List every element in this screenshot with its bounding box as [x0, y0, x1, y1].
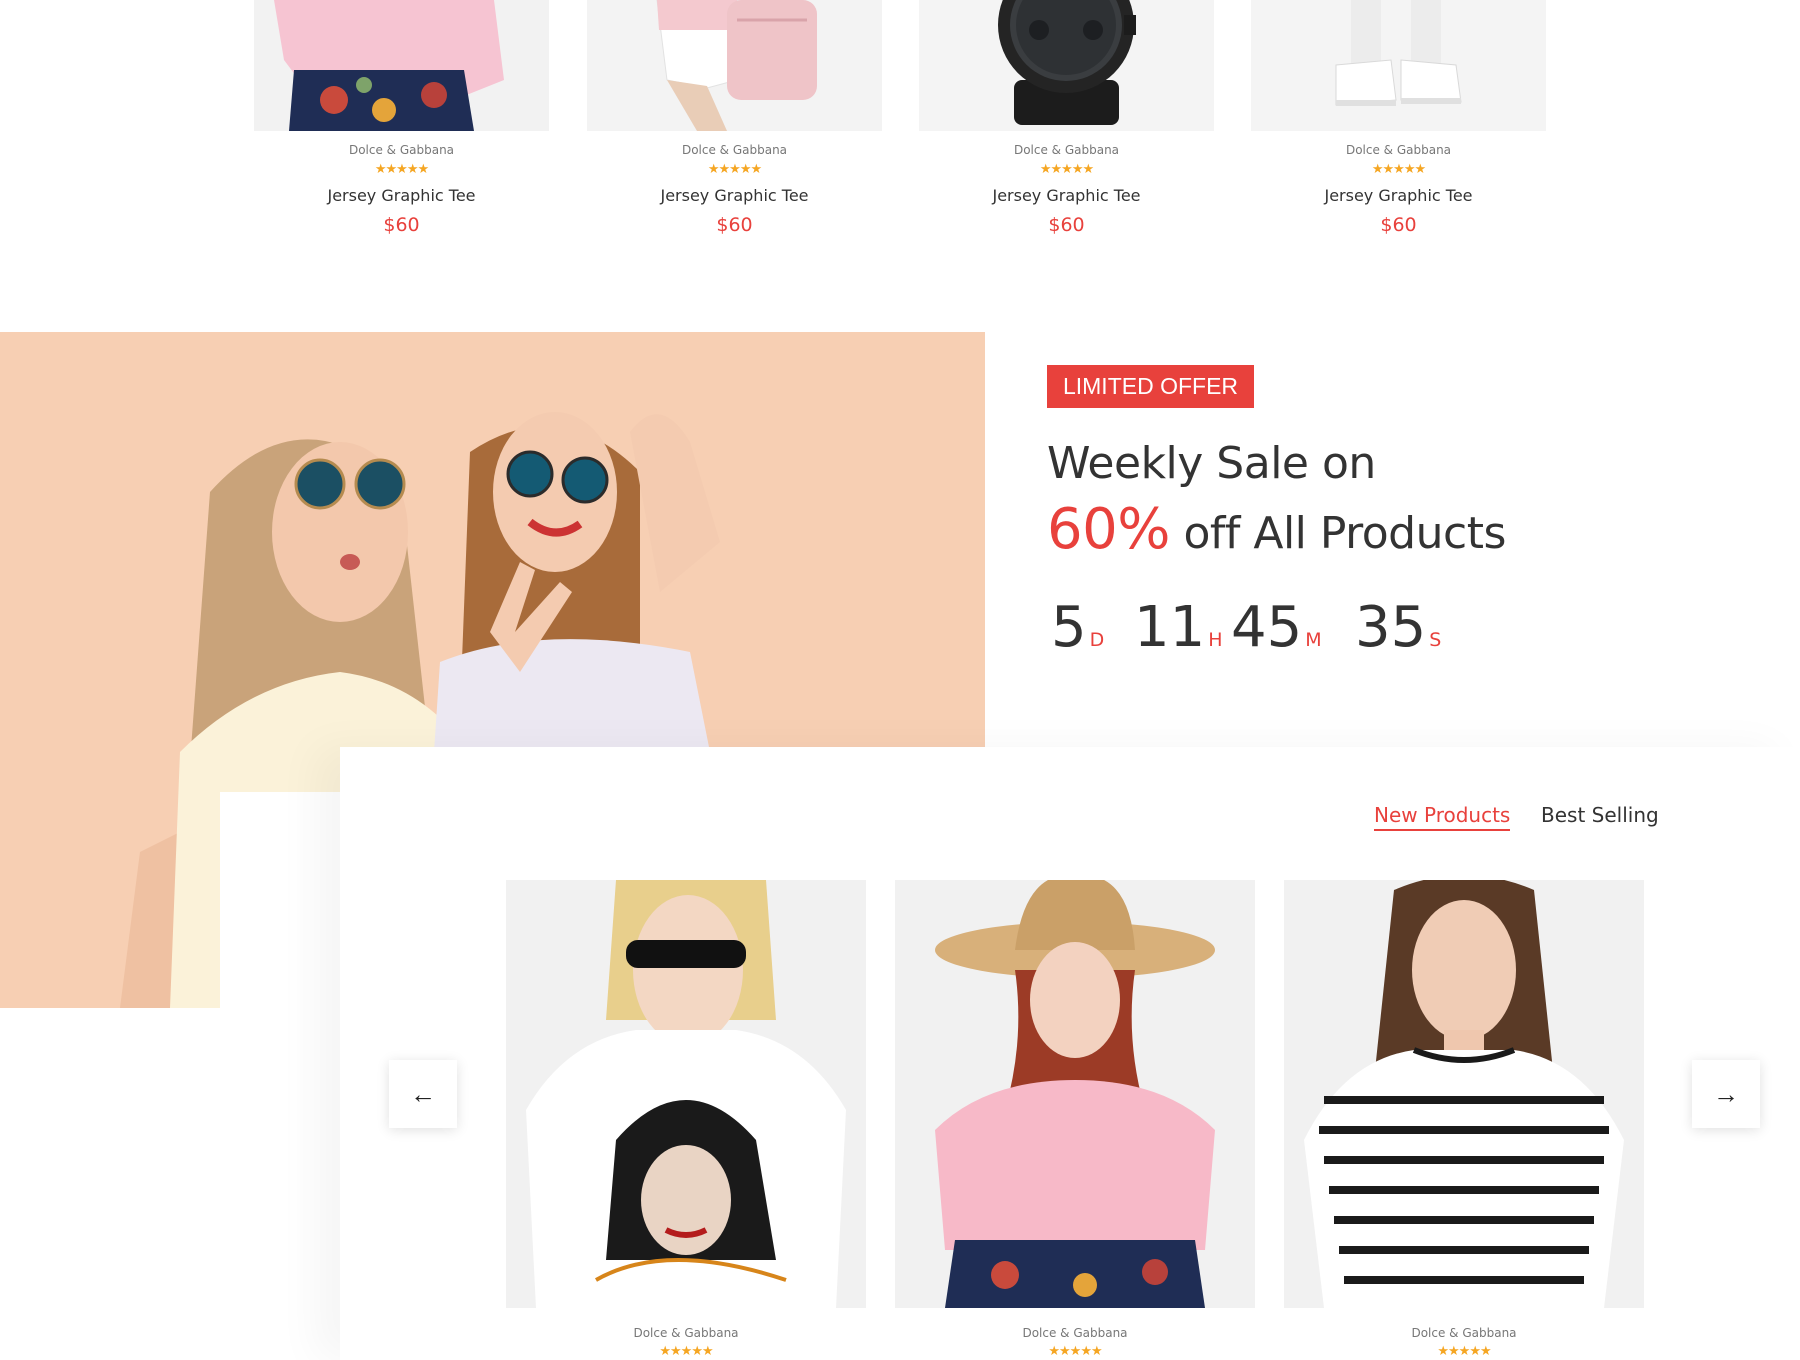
product-name[interactable]: Jersey Graphic Tee: [254, 186, 549, 205]
product-image[interactable]: [506, 880, 866, 1308]
product-image[interactable]: [895, 880, 1255, 1308]
product-brand: Dolce & Gabbana: [1022, 1326, 1128, 1340]
product-brand: Dolce & Gabbana: [1013, 143, 1120, 157]
product-brand: Dolce & Gabbana: [681, 143, 788, 157]
promo-section: LIMITED OFFER Weekly Sale on 60% off All…: [985, 332, 1800, 747]
tab-new-products[interactable]: New Products: [1374, 803, 1511, 831]
tab-best-selling[interactable]: Best Selling: [1541, 803, 1659, 827]
product-price: $60: [1048, 214, 1085, 236]
striped-tee-model-image: [1284, 880, 1644, 1308]
white-sneakers-image: [1251, 0, 1546, 131]
carousel-next-button[interactable]: →: [1692, 1060, 1760, 1128]
carousel-prev-button[interactable]: ←: [389, 1060, 457, 1128]
graphic-tee-model-image: [506, 880, 866, 1308]
promo-headline: Weekly Sale on: [1047, 438, 1376, 489]
rating-stars-icon: ★★★★★: [659, 1343, 713, 1358]
product-card[interactable]: Dolce & Gabbana ★★★★★: [506, 880, 866, 1357]
product-brand: Dolce & Gabbana: [633, 1326, 739, 1340]
countdown-minutes: 45 M: [1231, 595, 1322, 660]
discount-percent: 60%: [1047, 497, 1170, 562]
arrow-left-icon: ←: [410, 1078, 436, 1109]
top-product-row: Dolce & Gabbana ★★★★★ Jersey Graphic Tee…: [0, 0, 1800, 260]
product-image[interactable]: [919, 0, 1214, 131]
product-brand: Dolce & Gabbana: [1411, 1326, 1517, 1340]
product-tabs-panel: New Products Best Selling ← → Dolce & Ga…: [340, 747, 1800, 1360]
product-image[interactable]: [1251, 0, 1546, 131]
product-card[interactable]: Dolce & Gabbana ★★★★★ Jersey Graphic Tee…: [254, 0, 549, 250]
product-image[interactable]: [1284, 880, 1644, 1308]
product-image[interactable]: [587, 0, 882, 131]
product-image[interactable]: [254, 0, 549, 131]
product-price: $60: [383, 214, 420, 236]
countdown-hours: 11 H: [1134, 595, 1223, 660]
product-name[interactable]: Jersey Graphic Tee: [919, 186, 1214, 205]
discount-text: off All Products: [1169, 508, 1506, 559]
countdown-days: 5D: [1051, 595, 1105, 660]
promo-headline-discount: 60% off All Products: [1047, 502, 1506, 558]
product-price: $60: [716, 214, 753, 236]
product-card[interactable]: Dolce & Gabbana ★★★★★ Jersey Graphic Tee…: [587, 0, 882, 250]
product-brand: Dolce & Gabbana: [1345, 143, 1452, 157]
product-name[interactable]: Jersey Graphic Tee: [1251, 186, 1546, 205]
rating-stars-icon: ★★★★★: [1039, 161, 1094, 176]
product-price: $60: [1380, 214, 1417, 236]
product-tabs: New Products Best Selling: [1374, 803, 1659, 833]
countdown-seconds: 35 S: [1355, 595, 1442, 660]
pink-sweater-floral-skirt-image: [254, 0, 549, 131]
product-card[interactable]: Dolce & Gabbana ★★★★★ Jersey Graphic Tee…: [919, 0, 1214, 250]
straw-hat-pink-sweater-model-image: [895, 880, 1255, 1308]
product-name[interactable]: Jersey Graphic Tee: [587, 186, 882, 205]
rating-stars-icon: ★★★★★: [1048, 1343, 1102, 1358]
arrow-right-icon: →: [1713, 1078, 1739, 1109]
limited-offer-badge: LIMITED OFFER: [1047, 365, 1254, 408]
rating-stars-icon: ★★★★★: [1437, 1343, 1491, 1358]
product-card[interactable]: Dolce & Gabbana ★★★★★: [1284, 880, 1644, 1357]
product-card[interactable]: Dolce & Gabbana ★★★★★ Jersey Graphic Tee…: [1251, 0, 1546, 250]
rating-stars-icon: ★★★★★: [374, 161, 429, 176]
pink-backpack-image: [587, 0, 882, 131]
rating-stars-icon: ★★★★★: [707, 161, 762, 176]
rating-stars-icon: ★★★★★: [1371, 161, 1426, 176]
product-card[interactable]: Dolce & Gabbana ★★★★★: [895, 880, 1255, 1357]
product-brand: Dolce & Gabbana: [348, 143, 455, 157]
black-watch-image: [919, 0, 1214, 131]
